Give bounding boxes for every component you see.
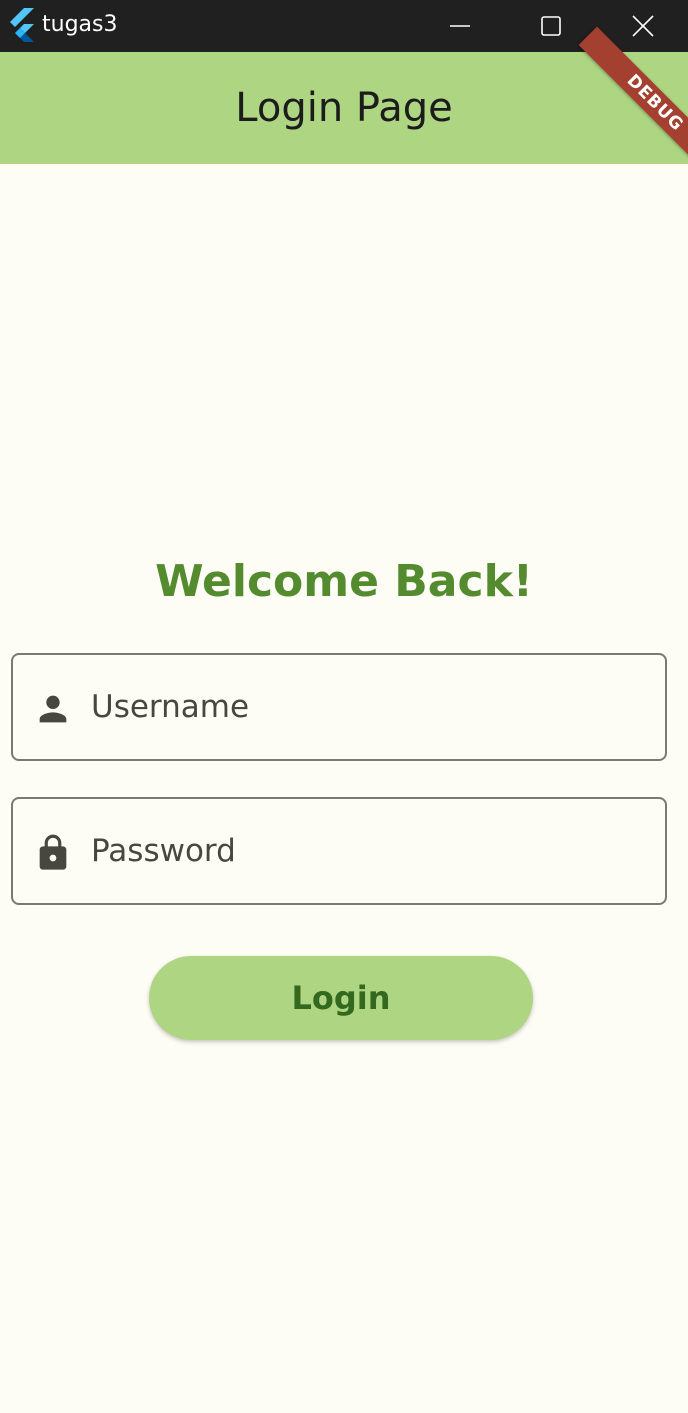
username-field[interactable]: [11, 653, 667, 761]
lock-icon: [39, 834, 67, 870]
maximize-icon: [541, 16, 561, 36]
minimize-button[interactable]: [414, 0, 506, 52]
username-input[interactable]: [91, 655, 651, 759]
password-input[interactable]: [91, 799, 651, 903]
login-button[interactable]: Login: [149, 956, 533, 1040]
close-icon: [632, 15, 654, 37]
page-title: Login Page: [235, 85, 453, 131]
welcome-heading: Welcome Back!: [155, 556, 533, 607]
flutter-logo-icon: [10, 8, 34, 42]
person-icon: [39, 695, 67, 723]
password-field[interactable]: [11, 797, 667, 905]
minimize-icon: [450, 25, 470, 27]
window-title: tugas3: [42, 12, 118, 37]
app-bar: Login Page: [0, 52, 688, 164]
app-window: tugas3 Login Page DEBUG Welcome Back! Us…: [0, 0, 688, 1413]
